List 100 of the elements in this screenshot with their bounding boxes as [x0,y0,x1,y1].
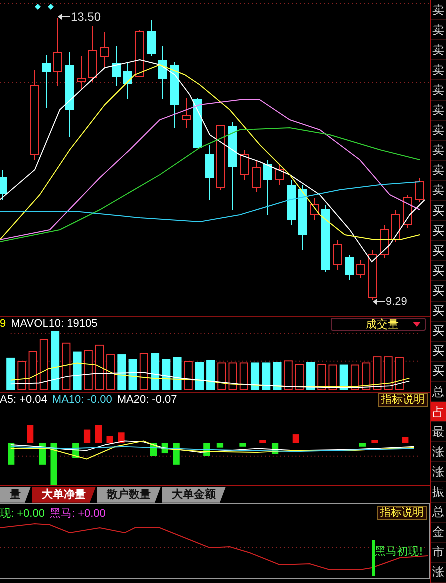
candle [298,184,308,250]
dropdown-arrow-icon [413,322,421,327]
candle [206,144,214,200]
volume-bar [284,360,293,391]
candle [380,224,390,258]
indicator-bar [106,436,114,444]
volume-bar [373,356,382,391]
volume-bar [118,354,126,391]
indicator-bar [240,443,246,447]
candle [404,194,412,228]
candle [252,160,262,192]
candle [158,46,168,100]
indicator-bar [260,440,266,444]
indicator-help-button[interactable]: 指标说明 [378,393,428,407]
diamond-icon [35,4,41,10]
indicator-tab[interactable]: 大单金额 [162,486,226,503]
volume-bar [40,340,48,391]
candle [112,46,122,86]
volume-bar [340,365,348,391]
indicator-bar [372,440,378,444]
candle [78,56,86,90]
diamond-icon [48,4,54,10]
volume-bar [240,362,248,391]
candle [100,32,110,68]
indicator-bar [216,443,224,448]
indicator-bar [95,425,102,444]
candle [346,254,354,280]
indicator-bar [27,425,34,444]
indicator-legend: MA20: -0.07 [117,394,178,406]
signal-bar [372,540,375,576]
volume-legend: MAVOL10: 19105 [11,318,98,330]
volume-bar [95,345,104,391]
candle [148,20,156,56]
candle [392,210,400,242]
candle [416,178,424,202]
volume-bar [250,362,260,391]
indicator-bar [173,443,180,465]
side-tab[interactable]: 市 [431,542,446,563]
indicator-legend: 黑马: +0.00 [50,506,106,520]
candle [54,18,62,86]
volume-bar [362,362,371,391]
volume-bar [295,364,304,391]
volume-bar [306,362,316,391]
indicator-tab[interactable]: 大单净量 [32,486,96,503]
volume-bar [128,360,138,391]
signal-label: 黑马初现! [375,544,424,559]
volume-bar [162,360,171,391]
indicator-legend: MA10: -0.00 [52,394,112,406]
volume-bar [173,358,182,391]
indicator-bar [8,443,15,465]
volume-bar [328,365,338,391]
candle [264,160,272,216]
candle [136,30,144,78]
arrow-icon [373,299,385,305]
indicator-bar [402,437,409,444]
candle [310,198,320,220]
volume-bar [184,362,193,391]
indicator-tab[interactable]: 散户数量 [97,486,161,503]
indicator-legend: 现: +0.00 [0,506,45,520]
volume-bar [350,365,360,391]
candle [216,124,226,190]
indicator-bar [84,430,91,444]
indicator-bar [50,443,58,486]
candle [194,98,202,148]
volume-bar [51,332,60,391]
volume-bar [73,352,82,391]
volume-bar [151,353,160,391]
candle [88,26,98,82]
volume-bar [273,362,282,391]
candle [170,62,180,128]
indicator-help-button[interactable]: 指标说明 [377,506,427,520]
candle [240,150,250,180]
volume-bar [6,358,16,391]
volume-bar [384,356,393,391]
volume-bar [106,354,116,391]
indicator-tab[interactable]: 量 [0,486,31,503]
volume-bar [395,358,404,391]
candle [334,240,342,270]
indicator-bar [118,432,125,444]
side-tab[interactable]: 占 [431,402,446,422]
candle [288,180,296,226]
high-price-label: 13.50 [71,10,102,24]
candle [322,204,330,272]
volume-bar [140,353,148,391]
volume-bar [62,343,71,391]
volume-bar [228,362,238,391]
indicator-bar [292,434,300,444]
candle [42,54,52,108]
candle [124,62,132,100]
volume-bar [318,364,326,391]
volume-bar [206,360,216,391]
low-price-label: 9.29 [386,296,408,308]
volume-bar [84,350,93,391]
indicator-dropdown[interactable]: 成交量 [331,318,426,331]
indicator-legend: A5: +0.04 [0,394,48,406]
volume-bar [28,351,38,391]
candle [0,170,8,200]
indicator-bar [359,443,366,447]
volume-bar [18,362,26,391]
candle [356,260,366,278]
